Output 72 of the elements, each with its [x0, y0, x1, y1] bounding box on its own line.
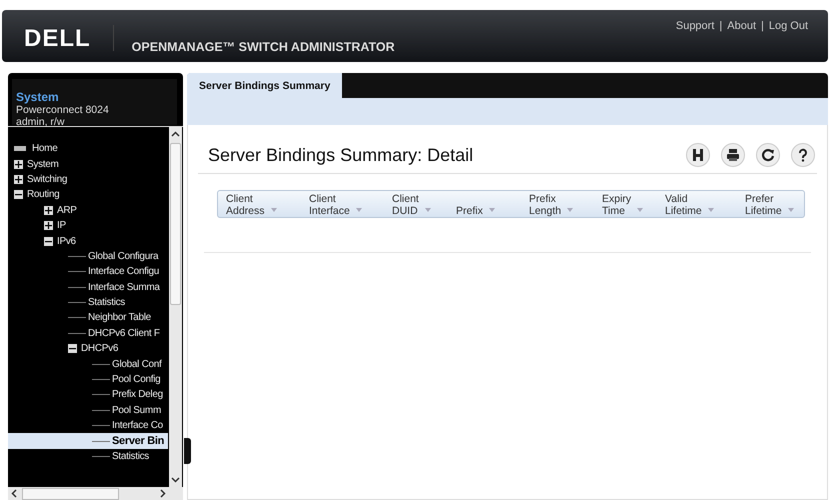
header-link[interactable]: About	[727, 20, 756, 32]
device-name: Powerconnect 8024	[16, 104, 110, 116]
tree-item[interactable]: Pool Config	[8, 372, 168, 388]
sort-caret-icon	[270, 208, 277, 212]
header-link[interactable]: Log Out	[768, 20, 808, 32]
link-separator: |	[719, 20, 722, 32]
refresh-button[interactable]	[756, 143, 780, 167]
link-separator: |	[761, 20, 764, 32]
expand-icon[interactable]	[14, 174, 23, 184]
print-button[interactable]	[721, 143, 745, 167]
tree-item[interactable]: Routing	[8, 187, 168, 203]
logo: DELL	[24, 25, 114, 51]
product-title: OPENMANAGE™ SWITCH ADMINISTRATOR	[132, 40, 395, 54]
tree-item[interactable]: Server Bin	[8, 433, 168, 449]
tab[interactable]: Server Bindings Summary	[187, 73, 342, 98]
column-header[interactable]: Prefer Lifetime	[737, 191, 804, 217]
column-header[interactable]: Prefix	[448, 191, 521, 217]
save-icon	[691, 148, 705, 162]
sort-caret-icon	[356, 208, 362, 212]
column-header[interactable]: Valid Lifetime	[657, 191, 737, 217]
help-button[interactable]	[791, 143, 815, 167]
sort-caret-icon	[637, 208, 644, 212]
scroll-down-icon[interactable]	[171, 475, 180, 484]
tree-item[interactable]: Home	[8, 141, 168, 156]
header-link[interactable]: Support	[676, 20, 714, 32]
tree-item[interactable]: Interface Summa	[8, 280, 168, 295]
tree-item[interactable]: Pool Summ	[8, 402, 168, 418]
horizontal-scrollbar[interactable]	[8, 487, 183, 500]
column-header[interactable]: Client DUID	[384, 191, 448, 217]
expand-icon[interactable]	[14, 160, 23, 169]
sidebar-title: System	[16, 90, 60, 104]
column-header[interactable]: Client Address	[218, 191, 301, 217]
tree-item[interactable]: Interface Co	[8, 418, 168, 434]
tree-item[interactable]: Global Configura	[8, 248, 168, 264]
page-title: Server Bindings Summary: Detail	[208, 144, 474, 166]
collapse-icon[interactable]	[68, 344, 77, 354]
tree-item[interactable]: Switching	[8, 172, 168, 188]
sort-caret-icon	[567, 208, 574, 212]
printer-icon	[726, 148, 740, 162]
refresh-icon	[761, 148, 775, 162]
tree-item[interactable]: Statistics	[8, 448, 168, 464]
collapse-icon[interactable]	[14, 190, 23, 200]
scroll-right-icon[interactable]	[158, 489, 167, 498]
tree-item[interactable]: Global Conf	[8, 356, 168, 372]
splitter-handle[interactable]	[184, 438, 191, 464]
column-header[interactable]: Prefix Length	[521, 191, 594, 217]
expand-icon[interactable]	[44, 221, 53, 230]
home-icon	[14, 146, 26, 152]
save-button[interactable]	[686, 143, 710, 167]
tree-item[interactable]: System	[8, 156, 168, 172]
tree-item[interactable]: IP	[8, 218, 168, 234]
tree-item[interactable]: Interface Configu	[8, 264, 168, 280]
scroll-left-icon[interactable]	[10, 489, 19, 498]
sort-caret-icon	[488, 208, 495, 212]
tree-item[interactable]: DHCPv6	[8, 341, 168, 356]
tree-item[interactable]: Prefix Deleg	[8, 387, 168, 403]
sort-caret-icon	[424, 208, 431, 212]
help-icon	[796, 148, 810, 162]
tree-item[interactable]: DHCPv6 Client F	[8, 326, 168, 342]
column-header[interactable]: Expiry Time	[594, 191, 657, 217]
vertical-scrollbar[interactable]	[169, 127, 182, 487]
collapse-icon[interactable]	[44, 236, 53, 246]
expand-icon[interactable]	[44, 206, 53, 215]
tree-item[interactable]: Statistics	[8, 294, 168, 310]
sort-caret-icon	[708, 208, 714, 212]
user-info: admin, r/w	[16, 116, 66, 128]
tree-item[interactable]: ARP	[8, 202, 168, 218]
sort-caret-icon	[788, 208, 794, 212]
tree-item[interactable]: Neighbor Table	[8, 310, 168, 326]
column-header[interactable]: Client Interface	[301, 191, 384, 217]
scroll-up-icon[interactable]	[171, 130, 180, 139]
tree-item[interactable]: IPv6	[8, 233, 168, 249]
